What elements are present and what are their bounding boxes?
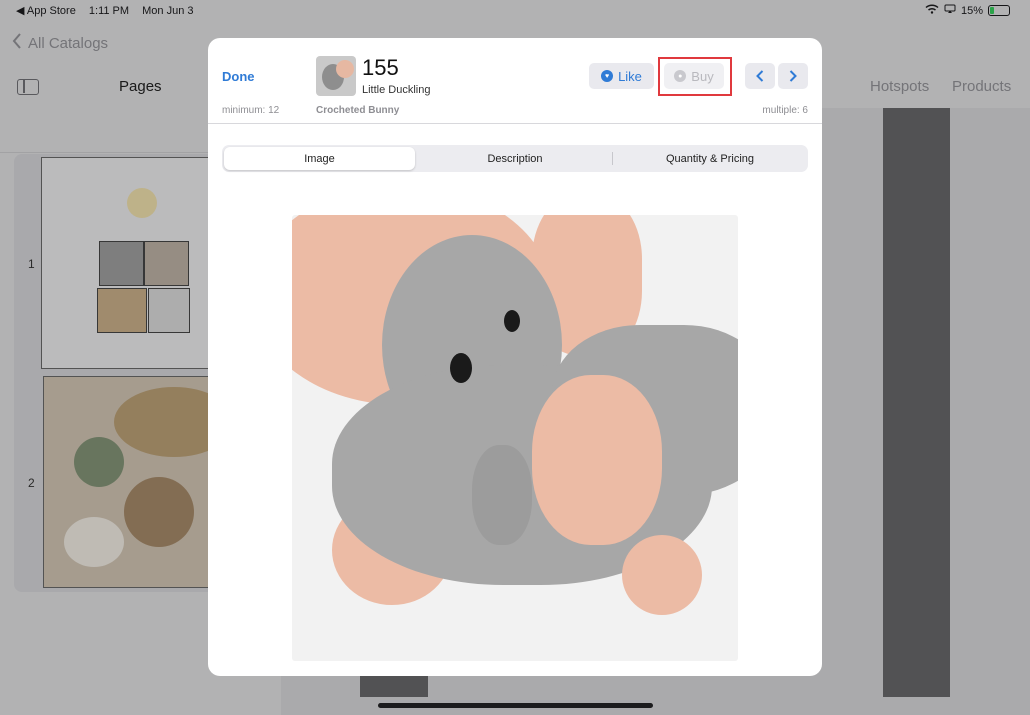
home-indicator[interactable] xyxy=(378,703,653,708)
buy-button-highlight xyxy=(658,57,732,96)
segment-image[interactable]: Image xyxy=(224,147,415,170)
product-image xyxy=(292,215,738,661)
segment-quantity-pricing[interactable]: Quantity & Pricing xyxy=(614,147,806,170)
like-button[interactable]: ♥ Like xyxy=(589,63,654,89)
photo-detail xyxy=(622,535,702,615)
next-product-button[interactable] xyxy=(778,63,808,89)
done-button[interactable]: Done xyxy=(222,69,255,84)
chevron-left-icon xyxy=(756,70,764,82)
multiple-quantity: multiple: 6 xyxy=(762,105,808,116)
heart-circle-icon: ♥ xyxy=(601,70,614,82)
photo-detail xyxy=(472,445,532,545)
product-brand: Little Duckling xyxy=(362,84,431,96)
minimum-quantity: minimum: 12 xyxy=(222,105,280,116)
product-number: 155 xyxy=(362,55,399,80)
segmented-control: Image Description Quantity & Pricing xyxy=(222,145,808,172)
segment-description[interactable]: Description xyxy=(418,147,612,170)
product-thumbnail xyxy=(316,56,356,96)
product-modal: Done minimum: 12 155 Little Duckling Cro… xyxy=(208,38,822,676)
segment-separator xyxy=(612,152,613,165)
chevron-right-icon xyxy=(789,70,797,82)
photo-detail xyxy=(532,375,662,545)
photo-detail xyxy=(450,353,472,383)
photo-detail xyxy=(504,310,520,332)
previous-product-button[interactable] xyxy=(745,63,775,89)
like-label: Like xyxy=(618,68,642,84)
header-divider xyxy=(208,123,822,124)
product-name: Crocheted Bunny xyxy=(316,105,400,116)
